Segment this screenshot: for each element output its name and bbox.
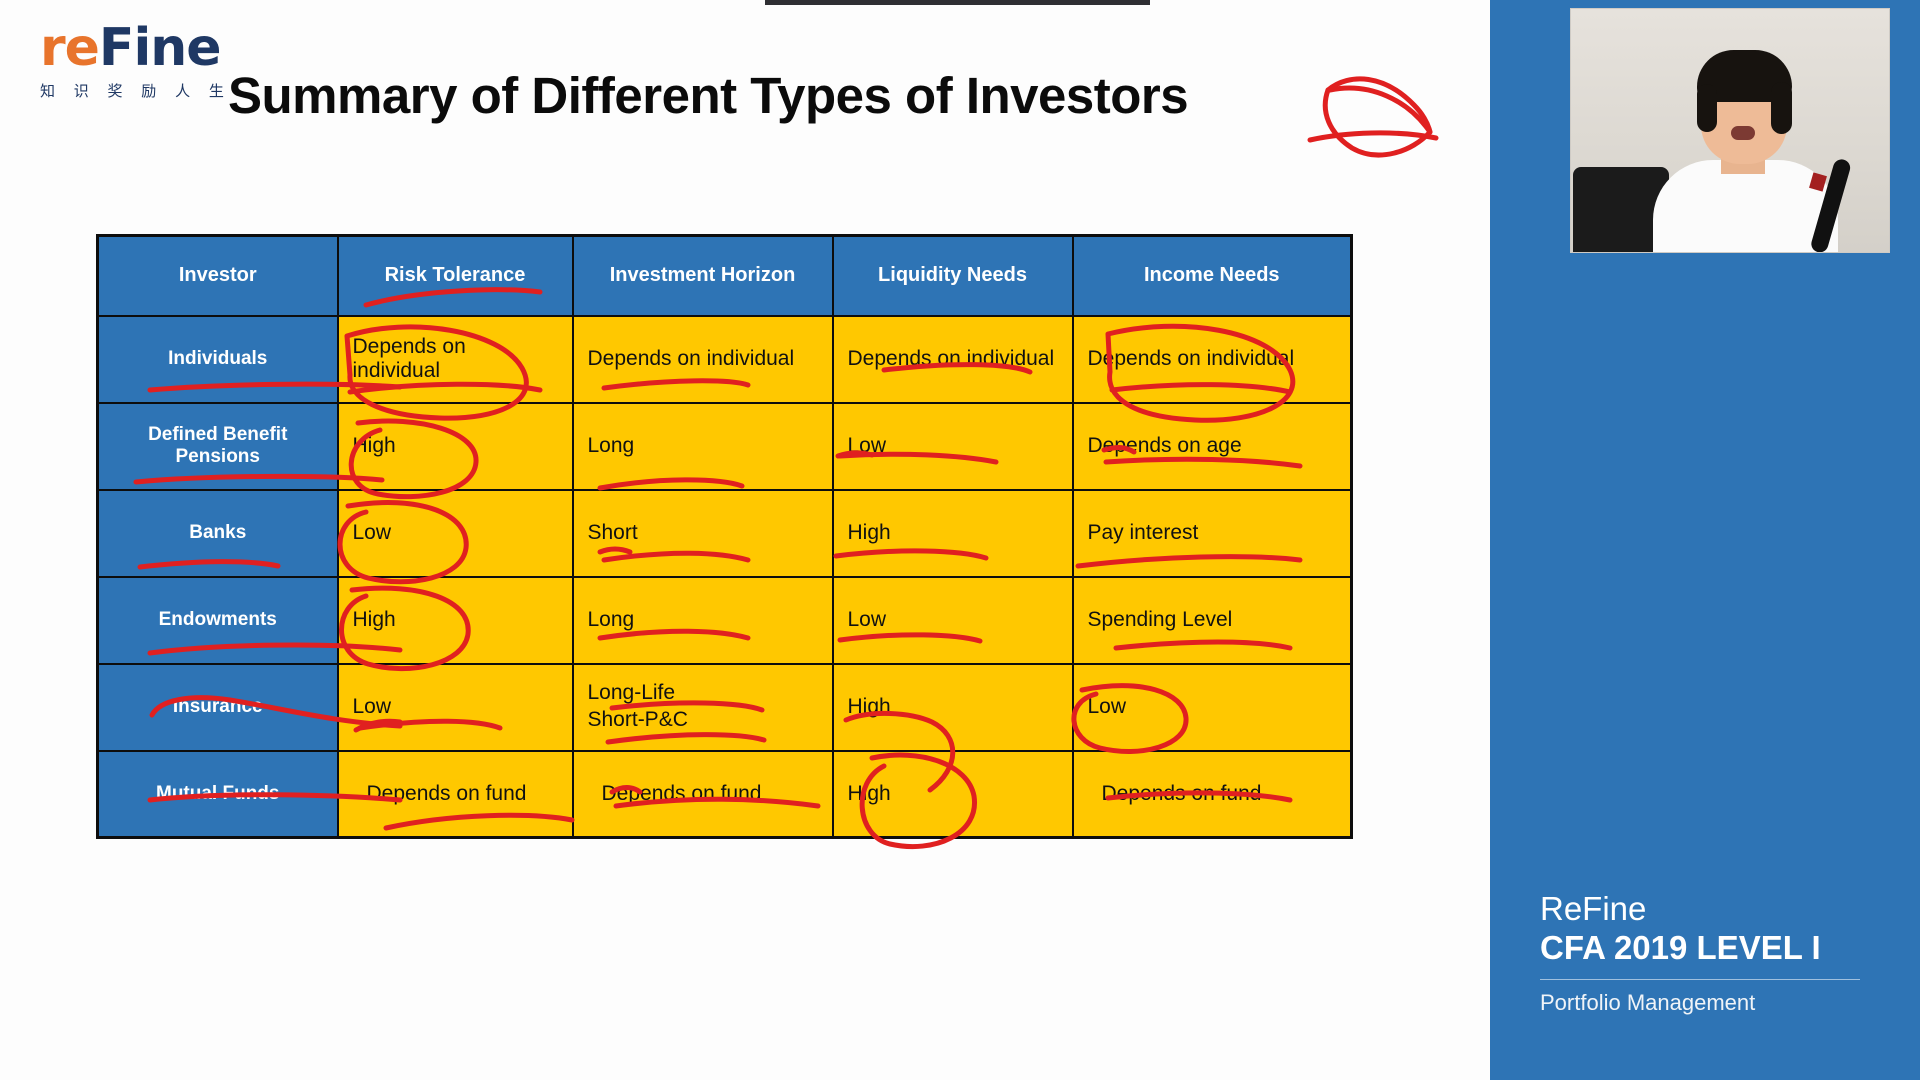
logo-wordmark: reFine [40,22,260,74]
cell-risk-tolerance: Depends on fund [336,749,574,839]
cell-liquidity-needs: Low [831,401,1074,491]
cell-risk-tolerance: Low [336,662,574,752]
cell-liquidity-needs: Low [831,575,1074,665]
logo-word-part2: F [98,18,135,78]
col-header-investor: Investor [96,234,339,317]
row-label-banks: Banks [96,488,339,578]
row-label-defined-benefit-pensions: Defined Benefit Pensions [96,401,339,491]
course-title: CFA 2019 LEVEL I [1540,928,1821,966]
table-row: Defined Benefit Pensions High Long Low D… [96,401,1353,491]
video-presenter-hair-left [1697,84,1717,132]
table-row: Insurance Low Long-Life Short-P&C High L… [96,662,1353,752]
col-header-liquidity-needs: Liquidity Needs [831,234,1074,317]
cell-income-needs: Low [1071,662,1353,752]
col-header-income-needs: Income Needs [1071,234,1353,317]
cell-income-needs: Spending Level [1071,575,1353,665]
table-row: Individuals Depends on individual Depend… [96,314,1353,404]
red-star-annotation-icon [1290,60,1440,170]
cell-investment-horizon: Long-Life Short-P&C [571,662,834,752]
presenter-video[interactable] [1570,8,1890,253]
cell-risk-tolerance: High [336,401,574,491]
logo-word-part1: re [40,18,100,78]
table-row: Banks Low Short High Pay interest [96,488,1353,578]
cell-risk-tolerance: High [336,575,574,665]
row-label-mutual-funds: Mutual Funds [96,749,339,839]
table-header-row: Investor Risk Tolerance Investment Horiz… [96,234,1353,317]
table-body: Individuals Depends on individual Depend… [96,314,1353,839]
cell-investment-horizon: Depends on fund [571,749,834,839]
cell-liquidity-needs: High [831,749,1074,839]
logo-word-part3: ine [133,18,221,78]
refine-logo: reFine 知 识 奖 励 人 生 [40,22,260,101]
video-presenter-hair-right [1771,82,1792,134]
video-presenter-mouth [1731,126,1755,140]
investor-summary-table: Investor Risk Tolerance Investment Horiz… [96,234,1353,839]
cell-risk-tolerance: Low [336,488,574,578]
logo-tagline: 知 识 奖 励 人 生 [40,82,231,100]
slide-canvas: reFine 知 识 奖 励 人 生 Summary of Different … [0,0,1920,1080]
investor-summary-table-wrapper: Investor Risk Tolerance Investment Horiz… [96,234,1353,839]
table-header: Investor Risk Tolerance Investment Horiz… [96,234,1353,317]
brand-divider [1540,978,1860,980]
slide-title: Summary of Different Types of Investors [228,67,1189,124]
col-header-risk-tolerance: Risk Tolerance [336,234,574,317]
cell-investment-horizon: Short [571,488,834,578]
cell-investment-horizon: Depends on individual [571,314,834,404]
cell-income-needs: Pay interest [1071,488,1353,578]
course-branding-block: ReFine CFA 2019 LEVEL I Portfolio Manage… [1540,890,1900,1016]
table-row: Endowments High Long Low Spending Level [96,575,1353,665]
cell-investment-horizon: Long [571,401,834,491]
cell-income-needs: Depends on fund [1071,749,1353,839]
brand-name: ReFine [1540,890,1647,927]
cell-liquidity-needs: Depends on individual [831,314,1074,404]
cell-income-needs: Depends on individual [1071,314,1353,404]
row-label-insurance: Insurance [96,662,339,752]
cell-liquidity-needs: High [831,488,1074,578]
row-label-endowments: Endowments [96,575,339,665]
col-header-investment-horizon: Investment Horizon [571,234,834,317]
course-topic: Portfolio Management [1540,989,1756,1015]
row-label-individuals: Individuals [96,314,339,404]
cell-liquidity-needs: High [831,662,1074,752]
cell-income-needs: Depends on age [1071,401,1353,491]
cell-risk-tolerance: Depends on individual [336,314,574,404]
presentation-toolbar-sliver [765,0,1150,5]
cell-investment-horizon: Long [571,575,834,665]
table-row: Mutual Funds Depends on fund Depends on … [96,749,1353,839]
